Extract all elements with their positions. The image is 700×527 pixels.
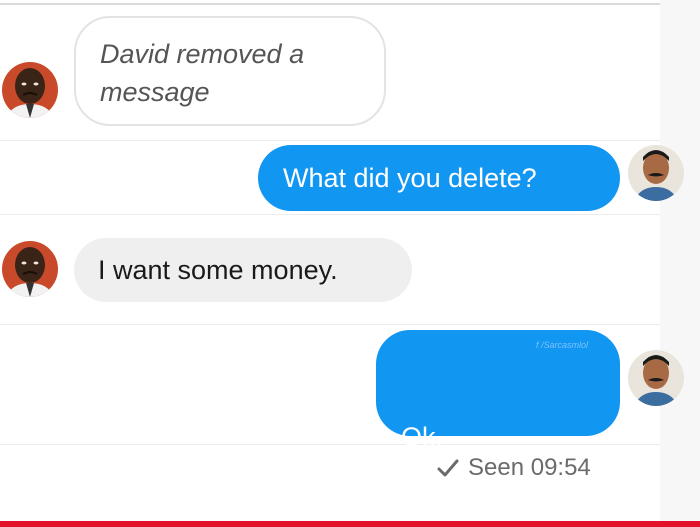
watermark-text: f /Sarcasmlol (535, 340, 588, 350)
outgoing-message-bubble[interactable]: f /Sarcasmlol Ok. Delete again. (376, 330, 620, 490)
removed-message-bubble[interactable]: David removed a message (74, 16, 386, 126)
person-avatar-icon (628, 350, 684, 406)
incoming-message-bubble[interactable]: I want some money. (74, 238, 412, 302)
chat-thread: David removed a message What did you del… (0, 0, 700, 527)
message-row-outgoing-1: What did you delete? (0, 140, 684, 215)
avatar-david[interactable] (2, 241, 58, 297)
checkmark-icon (437, 459, 459, 477)
outgoing-message-bubble[interactable]: What did you delete? (258, 145, 620, 211)
avatar-me[interactable] (628, 350, 684, 406)
person-avatar-icon (2, 62, 58, 118)
person-avatar-icon (2, 241, 58, 297)
message-row-incoming: I want some money. (0, 214, 660, 325)
seen-status: Seen 09:54 (436, 450, 591, 486)
avatar-me[interactable] (628, 145, 684, 201)
scroll-rail[interactable] (660, 0, 700, 527)
seen-text: Seen 09:54 (468, 454, 591, 481)
top-divider (0, 3, 660, 5)
avatar-david[interactable] (2, 62, 58, 118)
message-row-removed: David removed a message (0, 6, 660, 141)
message-row-outgoing-2: f /Sarcasmlol Ok. Delete again. (0, 324, 684, 490)
bottom-accent-bar (0, 521, 700, 527)
person-avatar-icon (628, 145, 684, 201)
